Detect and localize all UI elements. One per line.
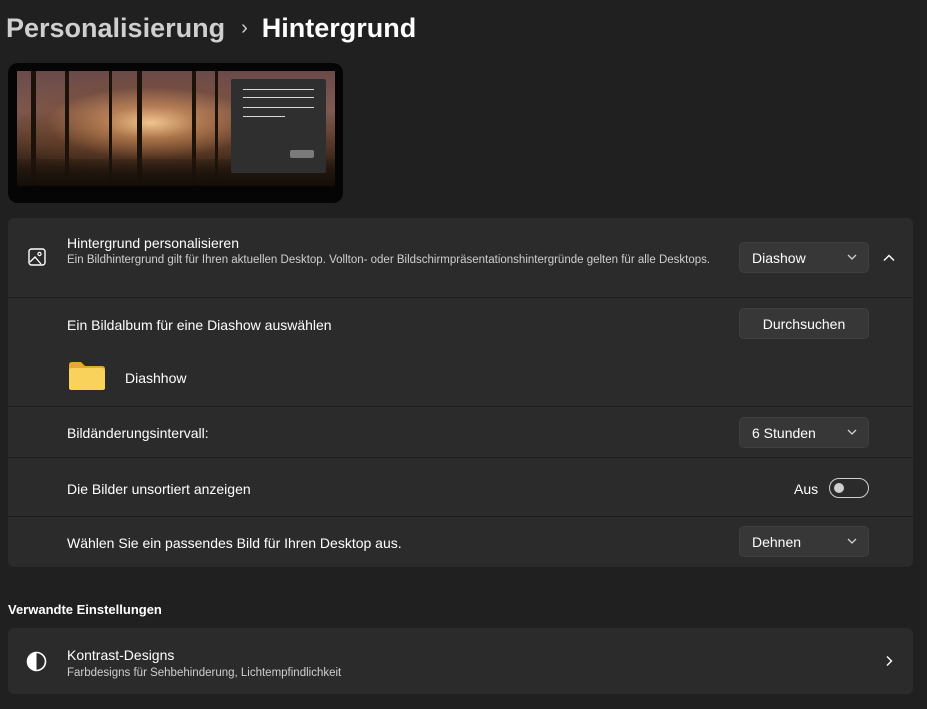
related-settings-heading: Verwandte Einstellungen: [8, 602, 162, 617]
breadcrumb: Personalisierung › Hintergrund: [6, 10, 416, 46]
interval-dropdown[interactable]: 6 Stunden: [739, 417, 869, 448]
preview-window-mockup: [231, 79, 326, 173]
personalize-description: Ein Bildhintergrund gilt für Ihren aktue…: [67, 254, 711, 266]
background-type-dropdown[interactable]: Diashow: [739, 242, 869, 273]
shuffle-toggle[interactable]: [829, 478, 869, 498]
chevron-down-icon: [847, 429, 857, 435]
background-type-value: Diashow: [752, 250, 806, 266]
breadcrumb-parent-link[interactable]: Personalisierung: [6, 13, 225, 44]
interval-row: Bildänderungsintervall: 6 Stunden: [8, 407, 913, 457]
album-row: Ein Bildalbum für eine Diashow auswählen…: [8, 298, 913, 406]
personalize-title: Hintergrund personalisieren: [67, 235, 239, 251]
chevron-right-icon: ›: [241, 16, 248, 39]
album-folder-name: Diashhow: [125, 370, 187, 386]
personalize-row[interactable]: Hintergrund personalisieren Ein Bildhint…: [8, 218, 913, 297]
chevron-down-icon: [847, 254, 857, 260]
toggle-knob: [834, 483, 844, 493]
image-icon: [28, 248, 46, 266]
interval-value: 6 Stunden: [752, 425, 816, 441]
contrast-icon: [26, 651, 47, 672]
contrast-themes-title: Kontrast-Designs: [67, 647, 175, 663]
shuffle-state-label: Aus: [794, 481, 819, 497]
shuffle-label: Die Bilder unsortiert anzeigen: [67, 481, 251, 497]
album-label: Ein Bildalbum für eine Diashow auswählen: [67, 317, 332, 333]
page-title: Hintergrund: [261, 12, 417, 43]
fit-value: Dehnen: [752, 534, 802, 550]
interval-label: Bildänderungsintervall:: [67, 425, 209, 441]
fit-dropdown[interactable]: Dehnen: [739, 526, 869, 557]
browse-button[interactable]: Durchsuchen: [739, 308, 869, 339]
contrast-themes-subtitle: Farbdesigns für Sehbehinderung, Lichtemp…: [67, 667, 342, 679]
background-settings-card: Hintergrund personalisieren Ein Bildhint…: [8, 218, 913, 567]
chevron-right-icon: [886, 656, 893, 666]
folder-icon: [69, 362, 105, 390]
chevron-down-icon: [847, 538, 857, 544]
fit-row: Wählen Sie ein passendes Bild für Ihren …: [8, 517, 913, 567]
chevron-up-icon[interactable]: [882, 251, 896, 265]
shuffle-row: Die Bilder unsortiert anzeigen Aus: [8, 458, 913, 516]
fit-label: Wählen Sie ein passendes Bild für Ihren …: [67, 535, 402, 551]
contrast-themes-link[interactable]: Kontrast-Designs Farbdesigns für Sehbehi…: [8, 628, 913, 694]
